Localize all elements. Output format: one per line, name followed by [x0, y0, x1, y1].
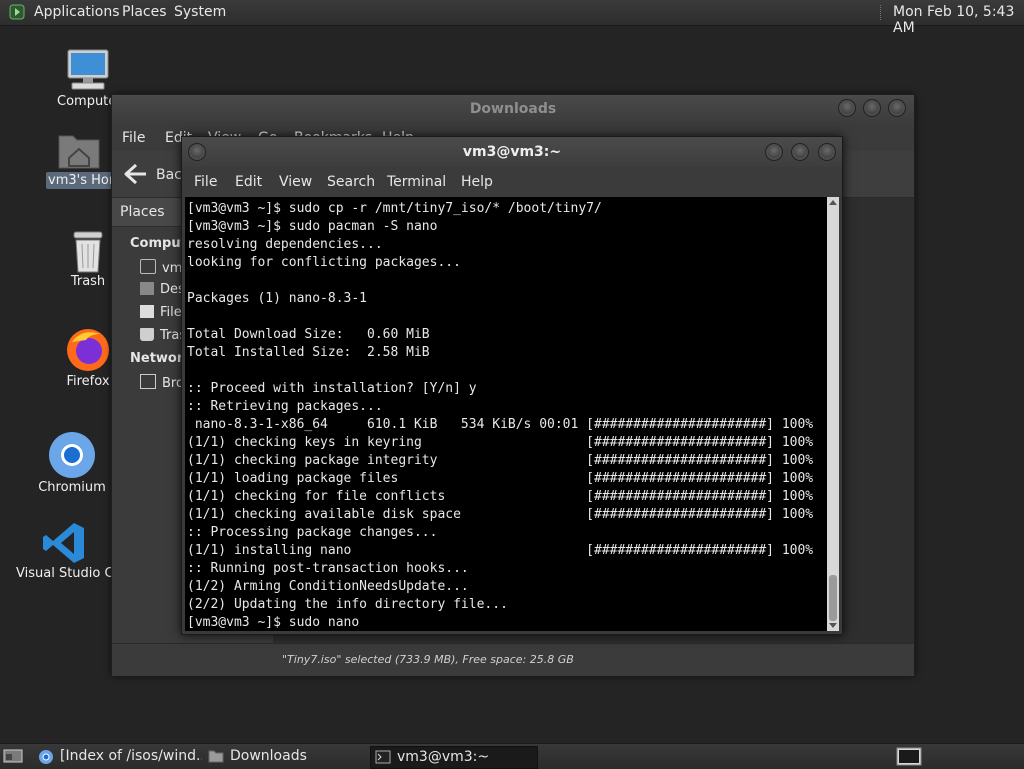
chromium-icon: [39, 750, 53, 764]
desktop-icon-label: Computer: [57, 94, 119, 109]
home-icon: [140, 259, 156, 274]
trash-icon: [140, 328, 154, 341]
status-bar: "Tiny7.iso" selected (733.9 MB), Free sp…: [112, 643, 914, 676]
show-desktop-icon[interactable]: [3, 748, 23, 764]
taskbar-item-downloads[interactable]: Downloads: [204, 746, 364, 767]
maximize-button[interactable]: [791, 143, 809, 161]
menu-edit[interactable]: Edit: [235, 174, 262, 190]
vscode-icon: [42, 523, 84, 563]
menu-terminal[interactable]: Terminal: [387, 174, 446, 190]
menu-help[interactable]: Help: [461, 174, 493, 190]
places-label: Places: [120, 204, 165, 220]
desktop-icon-label: Trash: [70, 274, 106, 289]
menu-file[interactable]: File: [122, 130, 145, 146]
menu-search[interactable]: Search: [327, 174, 375, 190]
desktop-icon-vscode[interactable]: Visual Studio Code: [16, 520, 111, 581]
desktop-icon-label: Firefox: [66, 374, 110, 389]
minimize-button[interactable]: [838, 99, 856, 117]
scroll-up-arrow-icon[interactable]: [829, 200, 837, 205]
applications-menu[interactable]: Applications: [34, 4, 120, 20]
file-manager-titlebar[interactable]: Downloads: [112, 95, 914, 123]
system-menu[interactable]: System: [174, 4, 226, 20]
minimize-button[interactable]: [765, 143, 783, 161]
close-button[interactable]: [888, 99, 906, 117]
terminal-screen[interactable]: [vm3@vm3 ~]$ sudo cp -r /mnt/tiny7_iso/*…: [185, 197, 827, 631]
menu-file[interactable]: File: [194, 174, 217, 190]
firefox-icon: [67, 329, 109, 371]
desktop-icon-trash[interactable]: Trash: [62, 228, 114, 289]
status-text: "Tiny7.iso" selected (733.9 MB), Free sp…: [282, 653, 574, 666]
back-arrow-icon[interactable]: [124, 163, 148, 185]
terminal-window[interactable]: vm3@vm3:~ File Edit View Search Terminal…: [181, 136, 843, 635]
workspace-switcher-icon[interactable]: [896, 747, 922, 766]
terminal-icon: [375, 750, 391, 764]
terminal-menubar: File Edit View Search Terminal Help: [182, 167, 842, 197]
window-title: Downloads: [469, 101, 557, 117]
trash-icon: [73, 231, 103, 273]
taskbar-item-terminal[interactable]: vm3@vm3:~: [370, 746, 538, 769]
bottom-panel: [Index of /isos/wind... Downloads vm3@vm…: [0, 743, 1024, 769]
desktop-icon-home[interactable]: vm3's Home: [46, 128, 112, 189]
desktop-icon-chromium[interactable]: Chromium: [38, 430, 106, 495]
window-title: vm3@vm3:~: [462, 144, 562, 160]
desktop-icon-firefox[interactable]: Firefox: [58, 326, 118, 389]
desktop-icon-label: vm3's Home: [46, 172, 112, 189]
maximize-button[interactable]: [863, 99, 881, 117]
menu-view[interactable]: View: [279, 174, 312, 190]
clock[interactable]: Mon Feb 10, 5:43 AM: [893, 4, 1024, 36]
top-panel: Applications Places System Mon Feb 10, 5…: [0, 0, 1024, 36]
terminal-scrollbar[interactable]: [827, 197, 839, 631]
taskbar-item-browser[interactable]: [Index of /isos/wind...: [34, 746, 202, 767]
taskbar-item-label: Downloads: [230, 748, 307, 764]
folder-icon: [208, 750, 224, 763]
desktop-icon-label: Visual Studio Code: [16, 566, 111, 581]
desktop-icon: [140, 282, 154, 295]
network-icon: [140, 374, 156, 389]
chromium-icon: [49, 432, 95, 478]
taskbar-item-label: vm3@vm3:~: [397, 749, 490, 765]
scroll-down-arrow-icon[interactable]: [829, 623, 837, 628]
places-menu[interactable]: Places: [122, 4, 167, 20]
desktop-icon-label: Chromium: [38, 480, 106, 495]
close-button[interactable]: [818, 143, 836, 161]
home-folder-icon: [58, 135, 100, 169]
drive-icon: [140, 305, 154, 318]
terminal-output: [vm3@vm3 ~]$ sudo cp -r /mnt/tiny7_iso/*…: [187, 201, 814, 630]
computer-icon: [67, 49, 109, 90]
panel-separator: [880, 5, 883, 20]
applications-menu-icon[interactable]: [9, 4, 25, 20]
scrollbar-thumb[interactable]: [829, 575, 837, 621]
terminal-titlebar[interactable]: vm3@vm3:~: [182, 137, 842, 167]
taskbar-item-label: [Index of /isos/wind...: [60, 748, 202, 764]
